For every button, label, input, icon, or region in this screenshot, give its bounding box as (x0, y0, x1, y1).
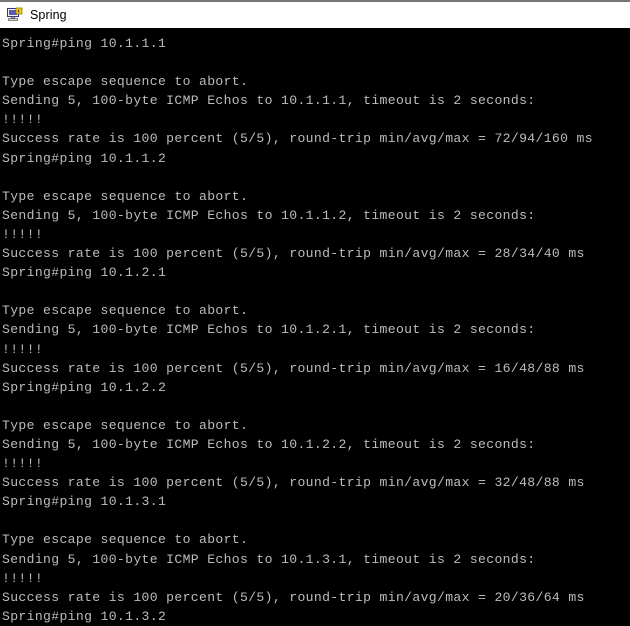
terminal-line: Sending 5, 100-byte ICMP Echos to 10.1.3… (2, 550, 630, 569)
terminal-line: Success rate is 100 percent (5/5), round… (2, 244, 630, 263)
terminal-line: Sending 5, 100-byte ICMP Echos to 10.1.1… (2, 91, 630, 110)
terminal-line: !!!!! (2, 454, 630, 473)
terminal-line: Success rate is 100 percent (5/5), round… (2, 129, 630, 148)
terminal-line: Type escape sequence to abort. (2, 187, 630, 206)
terminal-line: Spring#ping 10.1.3.2 (2, 607, 630, 626)
terminal-line: Success rate is 100 percent (5/5), round… (2, 588, 630, 607)
terminal-output[interactable]: Spring#ping 10.1.1.1 Type escape sequenc… (0, 30, 630, 626)
terminal-line (2, 168, 630, 187)
terminal-line: Spring#ping 10.1.1.1 (2, 34, 630, 53)
terminal-line (2, 397, 630, 416)
terminal-line: Sending 5, 100-byte ICMP Echos to 10.1.2… (2, 435, 630, 454)
terminal-line: Spring#ping 10.1.2.2 (2, 378, 630, 397)
terminal-line: Spring#ping 10.1.1.2 (2, 149, 630, 168)
terminal-line (2, 53, 630, 72)
terminal-line: Sending 5, 100-byte ICMP Echos to 10.1.2… (2, 320, 630, 339)
terminal-line: Spring#ping 10.1.2.1 (2, 263, 630, 282)
terminal-line: !!!!! (2, 569, 630, 588)
terminal-line: Type escape sequence to abort. (2, 530, 630, 549)
terminal-line: Success rate is 100 percent (5/5), round… (2, 473, 630, 492)
terminal-line: Type escape sequence to abort. (2, 301, 630, 320)
terminal-text-body: Spring#ping 10.1.1.1 Type escape sequenc… (2, 34, 630, 626)
window-titlebar[interactable]: Spring (0, 2, 630, 28)
window-title: Spring (30, 8, 67, 22)
terminal-line: !!!!! (2, 225, 630, 244)
terminal-line (2, 511, 630, 530)
terminal-line (2, 282, 630, 301)
terminal-window: Spring Spring#ping 10.1.1.1 Type escape … (0, 0, 630, 624)
terminal-line: Type escape sequence to abort. (2, 72, 630, 91)
terminal-line: !!!!! (2, 110, 630, 129)
terminal-line: !!!!! (2, 340, 630, 359)
terminal-line: Sending 5, 100-byte ICMP Echos to 10.1.1… (2, 206, 630, 225)
terminal-line: Spring#ping 10.1.3.1 (2, 492, 630, 511)
terminal-line: Type escape sequence to abort. (2, 416, 630, 435)
terminal-line: Success rate is 100 percent (5/5), round… (2, 359, 630, 378)
putty-terminal-icon (7, 7, 23, 23)
